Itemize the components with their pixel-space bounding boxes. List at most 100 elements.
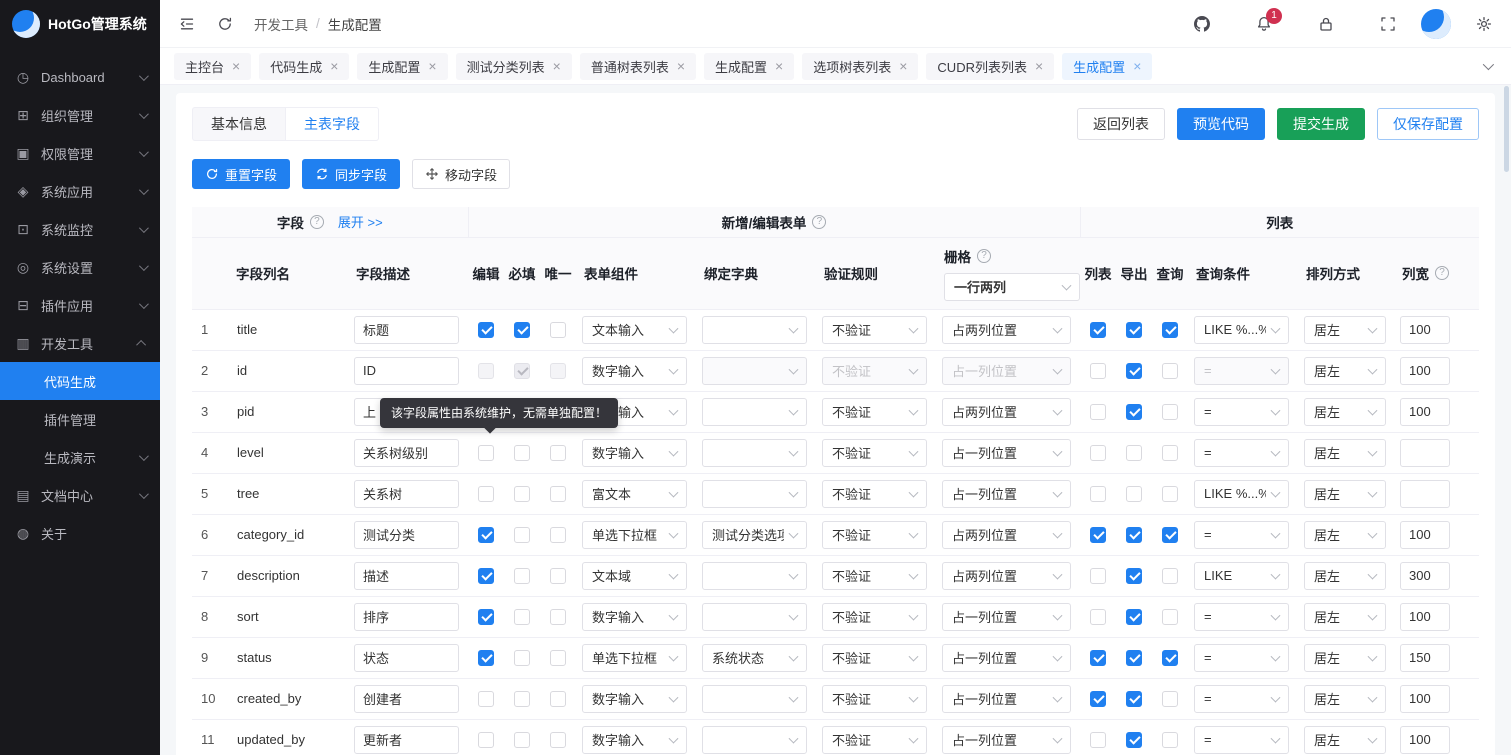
- list-checkbox[interactable]: [1090, 732, 1106, 748]
- unique-checkbox[interactable]: [550, 691, 566, 707]
- component-select[interactable]: 数字输入: [582, 685, 687, 713]
- close-icon[interactable]: ×: [775, 59, 783, 73]
- edit-checkbox[interactable]: [478, 445, 494, 461]
- column-width-input[interactable]: [1400, 603, 1450, 631]
- query-checkbox[interactable]: [1162, 486, 1178, 502]
- column-width-input[interactable]: [1400, 726, 1450, 754]
- sidebar-item-sys-monitor[interactable]: ⊡系统监控: [0, 210, 160, 248]
- help-icon[interactable]: [812, 215, 826, 229]
- field-desc-input[interactable]: [354, 357, 459, 385]
- align-select[interactable]: 居左: [1304, 644, 1386, 672]
- validation-select[interactable]: 不验证: [822, 644, 927, 672]
- list-checkbox[interactable]: [1090, 609, 1106, 625]
- query-checkbox[interactable]: [1162, 322, 1178, 338]
- sidebar-item-doc-center[interactable]: ▤文档中心: [0, 476, 160, 514]
- export-checkbox[interactable]: [1126, 445, 1142, 461]
- required-checkbox[interactable]: [514, 650, 530, 666]
- query-condition-select[interactable]: =: [1194, 603, 1289, 631]
- column-width-input[interactable]: [1400, 398, 1450, 426]
- sidebar-item-plugin-app[interactable]: ⊟插件应用: [0, 286, 160, 324]
- dict-select[interactable]: [702, 603, 807, 631]
- list-checkbox[interactable]: [1090, 363, 1106, 379]
- align-select[interactable]: 居左: [1304, 439, 1386, 467]
- close-icon[interactable]: ×: [330, 59, 338, 73]
- field-desc-input[interactable]: [354, 726, 459, 754]
- export-checkbox[interactable]: [1126, 568, 1142, 584]
- component-select[interactable]: 数字输入: [582, 726, 687, 754]
- refresh-icon[interactable]: [216, 15, 234, 33]
- align-select[interactable]: 居左: [1304, 685, 1386, 713]
- dict-select[interactable]: [702, 562, 807, 590]
- edit-checkbox[interactable]: [478, 609, 494, 625]
- column-width-input[interactable]: [1400, 480, 1450, 508]
- page-tab[interactable]: 生成配置×: [704, 53, 794, 80]
- query-checkbox[interactable]: [1162, 691, 1178, 707]
- page-tab[interactable]: 代码生成×: [259, 53, 349, 80]
- query-condition-select[interactable]: LIKE: [1194, 562, 1289, 590]
- save-config-only-button[interactable]: 仅保存配置: [1377, 108, 1479, 140]
- tabs-menu-chevron-down-icon[interactable]: [1477, 56, 1497, 76]
- component-select[interactable]: 单选下拉框: [582, 644, 687, 672]
- page-tab[interactable]: CUDR列表列表×: [926, 53, 1054, 80]
- required-checkbox[interactable]: [514, 486, 530, 502]
- page-tab[interactable]: 主控台×: [174, 53, 251, 80]
- component-select[interactable]: 数字输入: [582, 357, 687, 385]
- field-desc-input[interactable]: [354, 480, 459, 508]
- grid-default-select[interactable]: 一行两列: [944, 273, 1080, 301]
- validation-select[interactable]: 不验证: [822, 562, 927, 590]
- grid-select[interactable]: 占一列位置: [942, 685, 1071, 713]
- field-desc-input[interactable]: [354, 316, 459, 344]
- sidebar-item-sys-setting[interactable]: ◎系统设置: [0, 248, 160, 286]
- edit-checkbox[interactable]: [478, 322, 494, 338]
- app-logo[interactable]: HotGo管理系统: [0, 0, 160, 48]
- export-checkbox[interactable]: [1126, 404, 1142, 420]
- required-checkbox[interactable]: [514, 732, 530, 748]
- query-condition-select[interactable]: =: [1194, 685, 1289, 713]
- sidebar-item-plugin-manage[interactable]: 插件管理: [0, 400, 160, 438]
- query-condition-select[interactable]: =: [1194, 398, 1289, 426]
- field-desc-input[interactable]: [354, 685, 459, 713]
- close-icon[interactable]: ×: [1035, 59, 1043, 73]
- sidebar-item-about[interactable]: ◍关于: [0, 514, 160, 552]
- settings-gear-icon[interactable]: [1475, 15, 1493, 33]
- component-select[interactable]: 富文本: [582, 480, 687, 508]
- component-select[interactable]: 单选下拉框: [582, 521, 687, 549]
- sidebar-item-org-manage[interactable]: ⊞组织管理: [0, 96, 160, 134]
- component-select[interactable]: 文本域: [582, 562, 687, 590]
- dict-select[interactable]: [702, 480, 807, 508]
- grid-select[interactable]: 占一列位置: [942, 644, 1071, 672]
- grid-select[interactable]: 占一列位置: [942, 480, 1071, 508]
- close-icon[interactable]: ×: [232, 59, 240, 73]
- unique-checkbox[interactable]: [550, 322, 566, 338]
- sidebar-item-gen-demo[interactable]: 生成演示: [0, 438, 160, 476]
- close-icon[interactable]: ×: [677, 59, 685, 73]
- edit-checkbox[interactable]: [478, 650, 494, 666]
- help-icon[interactable]: [977, 249, 991, 263]
- align-select[interactable]: 居左: [1304, 726, 1386, 754]
- close-icon[interactable]: ×: [1133, 59, 1141, 73]
- field-desc-input[interactable]: [354, 644, 459, 672]
- github-icon[interactable]: [1193, 15, 1211, 33]
- close-icon[interactable]: ×: [899, 59, 907, 73]
- page-tab[interactable]: 选项树表列表×: [802, 53, 918, 80]
- list-checkbox[interactable]: [1090, 568, 1106, 584]
- tab-basic-info[interactable]: 基本信息: [192, 107, 285, 141]
- page-tab[interactable]: 测试分类列表×: [456, 53, 572, 80]
- grid-select[interactable]: 占一列位置: [942, 726, 1071, 754]
- field-desc-input[interactable]: [354, 439, 459, 467]
- validation-select[interactable]: 不验证: [822, 603, 927, 631]
- user-avatar[interactable]: [1421, 9, 1451, 39]
- required-checkbox[interactable]: [514, 691, 530, 707]
- list-checkbox[interactable]: [1090, 650, 1106, 666]
- align-select[interactable]: 居左: [1304, 562, 1386, 590]
- move-fields-button[interactable]: 移动字段: [412, 159, 510, 189]
- expand-link[interactable]: 展开 >>: [338, 212, 383, 231]
- edit-checkbox[interactable]: [478, 568, 494, 584]
- query-condition-select[interactable]: =: [1194, 726, 1289, 754]
- field-desc-input[interactable]: [354, 521, 459, 549]
- component-select[interactable]: 数字输入: [582, 439, 687, 467]
- grid-select[interactable]: 占一列位置: [942, 439, 1071, 467]
- list-checkbox[interactable]: [1090, 527, 1106, 543]
- grid-select[interactable]: 占两列位置: [942, 562, 1071, 590]
- sidebar-item-dev-tools[interactable]: ▥开发工具: [0, 324, 160, 362]
